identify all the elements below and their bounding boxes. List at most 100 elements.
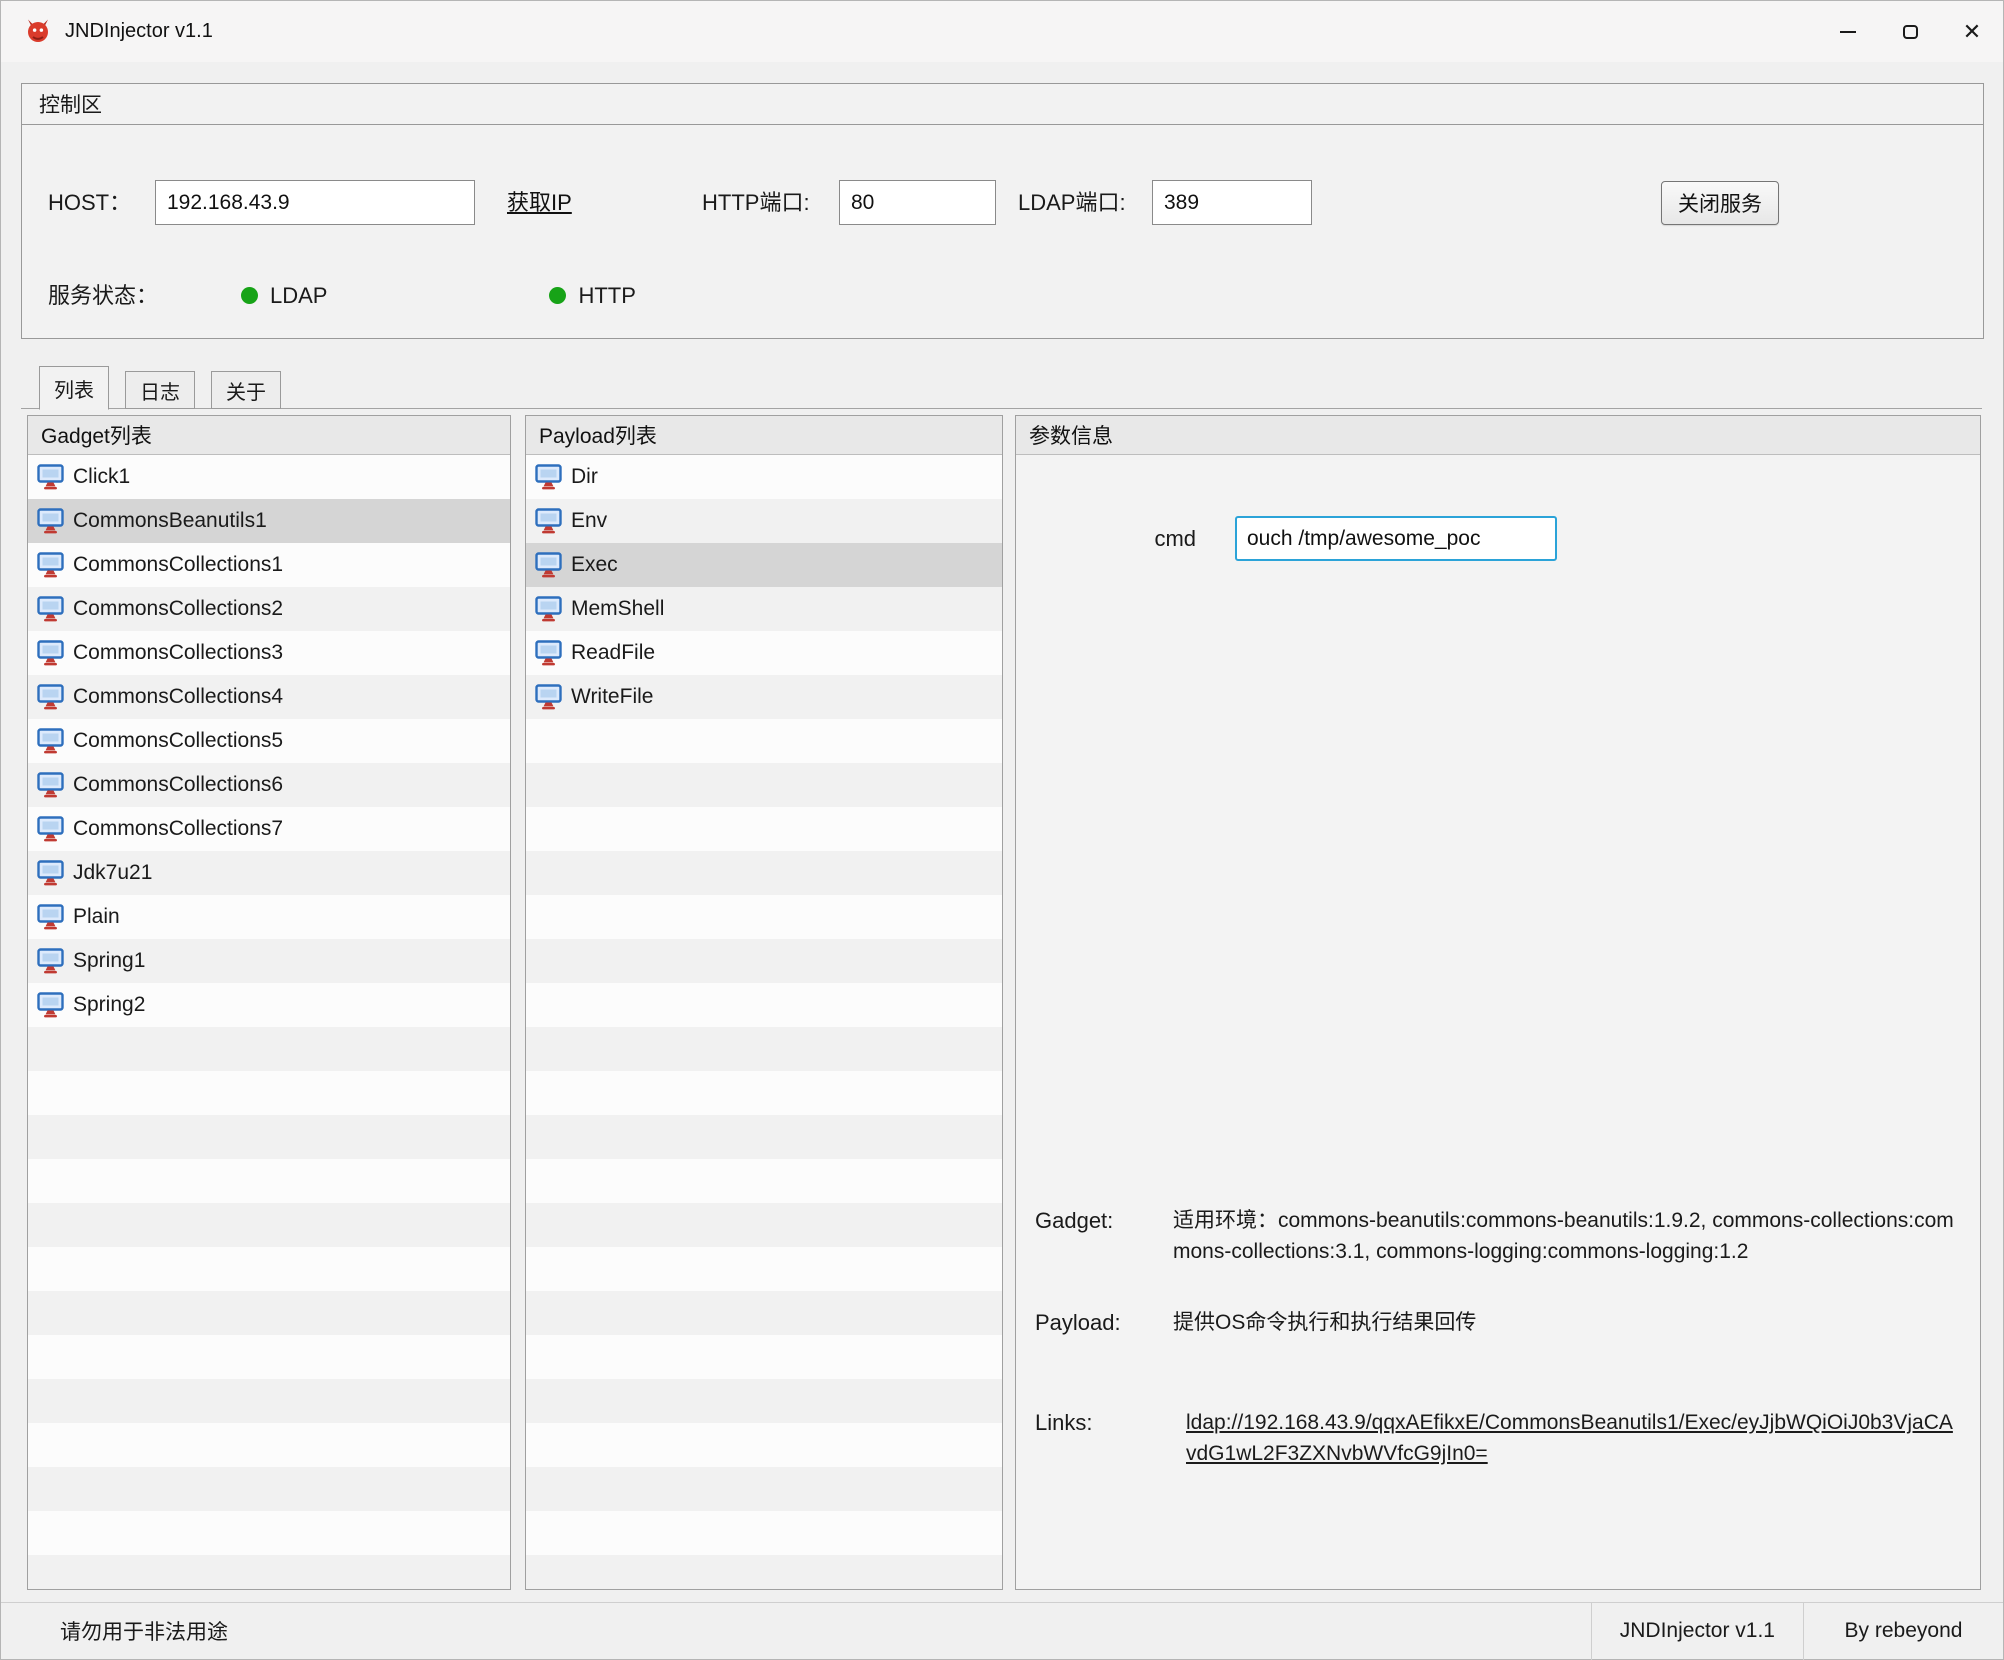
payload-list-item[interactable]: Env: [526, 499, 1002, 543]
gadget-list-item[interactable]: CommonsCollections4: [28, 675, 510, 719]
gadget-name: Spring2: [73, 993, 145, 1017]
service-name: LDAP: [270, 283, 327, 309]
payload-list-panel: Payload列表 Dir: [525, 415, 1003, 1590]
payload-list-item[interactable]: ReadFile: [526, 631, 1002, 675]
gadget-name: CommonsCollections5: [73, 729, 283, 753]
gadget-name: Click1: [73, 465, 130, 489]
computer-icon: [37, 464, 64, 490]
computer-icon: [535, 552, 562, 578]
computer-icon: [37, 860, 64, 886]
links-info-label: Links:: [1035, 1407, 1173, 1469]
close-button[interactable]: ✕: [1941, 1, 2003, 62]
computer-icon: [37, 684, 64, 710]
gadget-info-text: 适用环境：commons-beanutils:commons-beanutils…: [1173, 1205, 1957, 1267]
payload-name: WriteFile: [571, 685, 653, 709]
payload-info-label: Payload:: [1035, 1307, 1173, 1338]
ldap-link[interactable]: ldap://192.168.43.9/qqxAEfikxE/CommonsBe…: [1186, 1407, 1960, 1469]
payload-panel-title: Payload列表: [526, 416, 1002, 455]
service-status-item: HTTP: [549, 273, 635, 318]
ldap-port-input[interactable]: [1152, 180, 1312, 225]
computer-icon: [535, 596, 562, 622]
maximize-button[interactable]: [1879, 1, 1941, 62]
maximize-icon: [1903, 25, 1918, 39]
close-icon: ✕: [1963, 21, 1981, 43]
gadget-info-row: Gadget: 适用环境：commons-beanutils:commons-b…: [1035, 1205, 1960, 1267]
status-warning-text: 请勿用于非法用途: [1, 1616, 1591, 1646]
app-window: JNDInjector v1.1 ✕ 控制区 HOST： 获取IP HTTP端口…: [0, 0, 2004, 1660]
status-author-text: By rebeyond: [1803, 1603, 2003, 1660]
minimize-icon: [1840, 31, 1856, 33]
params-panel-title: 参数信息: [1016, 416, 1980, 455]
computer-icon: [37, 596, 64, 622]
gadget-list-item[interactable]: Plain: [28, 895, 510, 939]
computer-icon: [37, 728, 64, 754]
gadget-list-item[interactable]: CommonsCollections2: [28, 587, 510, 631]
status-version-text: JNDInjector v1.1: [1591, 1603, 1803, 1660]
http-port-input[interactable]: [839, 180, 996, 225]
tab[interactable]: 关于: [211, 371, 281, 409]
gadget-list-item[interactable]: CommonsBeanutils1: [28, 499, 510, 543]
computer-icon: [535, 640, 562, 666]
payload-info-row: Payload: 提供OS命令执行和执行结果回传: [1035, 1307, 1960, 1338]
gadget-list-item[interactable]: Jdk7u21: [28, 851, 510, 895]
tab-label: 日志: [140, 376, 180, 405]
payload-list-item[interactable]: WriteFile: [526, 675, 1002, 719]
gadget-name: Spring1: [73, 949, 145, 973]
gadget-list-panel: Gadget列表 Click1: [27, 415, 511, 1590]
tab-bar: 列表 日志 关于: [21, 365, 1982, 409]
gadget-list-item[interactable]: Spring1: [28, 939, 510, 983]
cmd-label: cmd: [1116, 516, 1196, 561]
gadget-list-item[interactable]: CommonsCollections7: [28, 807, 510, 851]
host-label: HOST：: [48, 180, 131, 225]
payload-name: Env: [571, 509, 607, 533]
close-service-button[interactable]: 关闭服务: [1661, 181, 1779, 225]
payload-name: Dir: [571, 465, 598, 489]
computer-icon: [535, 684, 562, 710]
links-info-row: Links: ldap://192.168.43.9/qqxAEfikxE/Co…: [1035, 1407, 1960, 1469]
gadget-name: CommonsCollections3: [73, 641, 283, 665]
minimize-button[interactable]: [1817, 1, 1879, 62]
payload-list-item[interactable]: MemShell: [526, 587, 1002, 631]
gadget-name: CommonsCollections1: [73, 553, 283, 577]
gadget-name: CommonsCollections4: [73, 685, 283, 709]
gadget-name: CommonsCollections7: [73, 817, 283, 841]
cmd-input[interactable]: [1235, 516, 1557, 561]
gadget-list-item[interactable]: CommonsCollections1: [28, 543, 510, 587]
payload-list-item[interactable]: Exec: [526, 543, 1002, 587]
tab[interactable]: 日志: [125, 371, 195, 409]
gadget-list-item[interactable]: CommonsCollections6: [28, 763, 510, 807]
window-title: JNDInjector v1.1: [65, 20, 213, 43]
app-logo-icon: [23, 17, 53, 47]
payload-name: Exec: [571, 553, 618, 577]
tab-label: 列表: [54, 374, 94, 403]
gadget-list-item[interactable]: CommonsCollections3: [28, 631, 510, 675]
tab[interactable]: 列表: [39, 366, 109, 410]
computer-icon: [535, 508, 562, 534]
computer-icon: [37, 992, 64, 1018]
computer-icon: [37, 948, 64, 974]
ldap-port-label: LDAP端口:: [1018, 180, 1126, 225]
titlebar: JNDInjector v1.1 ✕: [1, 1, 2003, 62]
params-panel-body: cmd Gadget: 适用环境：commons-beanutils:commo…: [1016, 455, 1980, 1589]
status-dot-icon: [549, 287, 566, 304]
computer-icon: [535, 464, 562, 490]
status-bar: 请勿用于非法用途 JNDInjector v1.1 By rebeyond: [1, 1602, 2003, 1659]
get-ip-link[interactable]: 获取IP: [507, 180, 572, 225]
window-controls: ✕: [1817, 1, 2003, 62]
computer-icon: [37, 772, 64, 798]
payload-list-item[interactable]: Dir: [526, 455, 1002, 499]
gadget-list-item[interactable]: Click1: [28, 455, 510, 499]
gadget-name: CommonsBeanutils1: [73, 509, 267, 533]
computer-icon: [37, 816, 64, 842]
gadget-name: Jdk7u21: [73, 861, 152, 885]
host-input[interactable]: [155, 180, 475, 225]
service-status-item: LDAP: [241, 273, 327, 318]
gadget-list: Click1 CommonsBeanutils1: [28, 455, 510, 1589]
gadget-info-label: Gadget:: [1035, 1205, 1173, 1267]
computer-icon: [37, 904, 64, 930]
gadget-list-item[interactable]: CommonsCollections5: [28, 719, 510, 763]
parameter-info-panel: 参数信息 cmd Gadget: 适用环境：commons-beanutils:…: [1015, 415, 1981, 1590]
payload-info-text: 提供OS命令执行和执行结果回传: [1173, 1307, 1476, 1338]
tab-label: 关于: [226, 376, 266, 405]
gadget-list-item[interactable]: Spring2: [28, 983, 510, 1027]
